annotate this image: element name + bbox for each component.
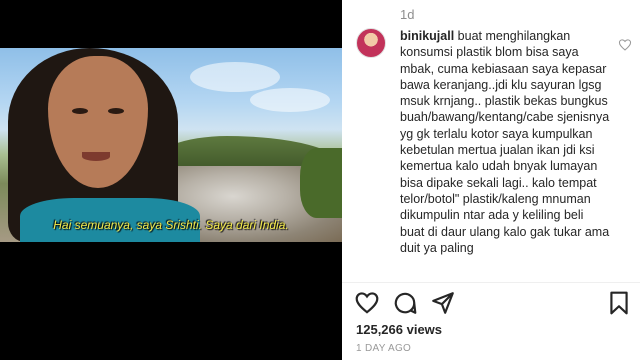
comment-icon[interactable] [392, 290, 418, 316]
avatar[interactable] [356, 28, 386, 58]
video-subtitle: Hai semuanya, saya Srishti. Saya dari In… [53, 218, 289, 232]
heart-icon[interactable] [354, 290, 380, 316]
post-age: 1 DAY AGO [356, 343, 412, 354]
comment-age: 1d [400, 7, 415, 22]
bookmark-icon[interactable] [606, 290, 632, 316]
divider [342, 282, 640, 283]
video-frame [0, 48, 342, 242]
video-player[interactable]: Hai semuanya, saya Srishti. Saya dari In… [0, 0, 342, 360]
post-sidebar: 1d binikujall buat menghilangkan konsums… [342, 0, 640, 360]
view-count[interactable]: 125,266 views [356, 322, 442, 337]
share-icon[interactable] [430, 290, 456, 316]
comment-text: buat menghilangkan konsumsi plastik blom… [400, 29, 610, 255]
comment-body: binikujall buat menghilangkan konsumsi p… [400, 28, 610, 256]
heart-icon[interactable] [618, 38, 632, 52]
comment-username[interactable]: binikujall [400, 29, 454, 43]
post-actions [354, 290, 634, 316]
